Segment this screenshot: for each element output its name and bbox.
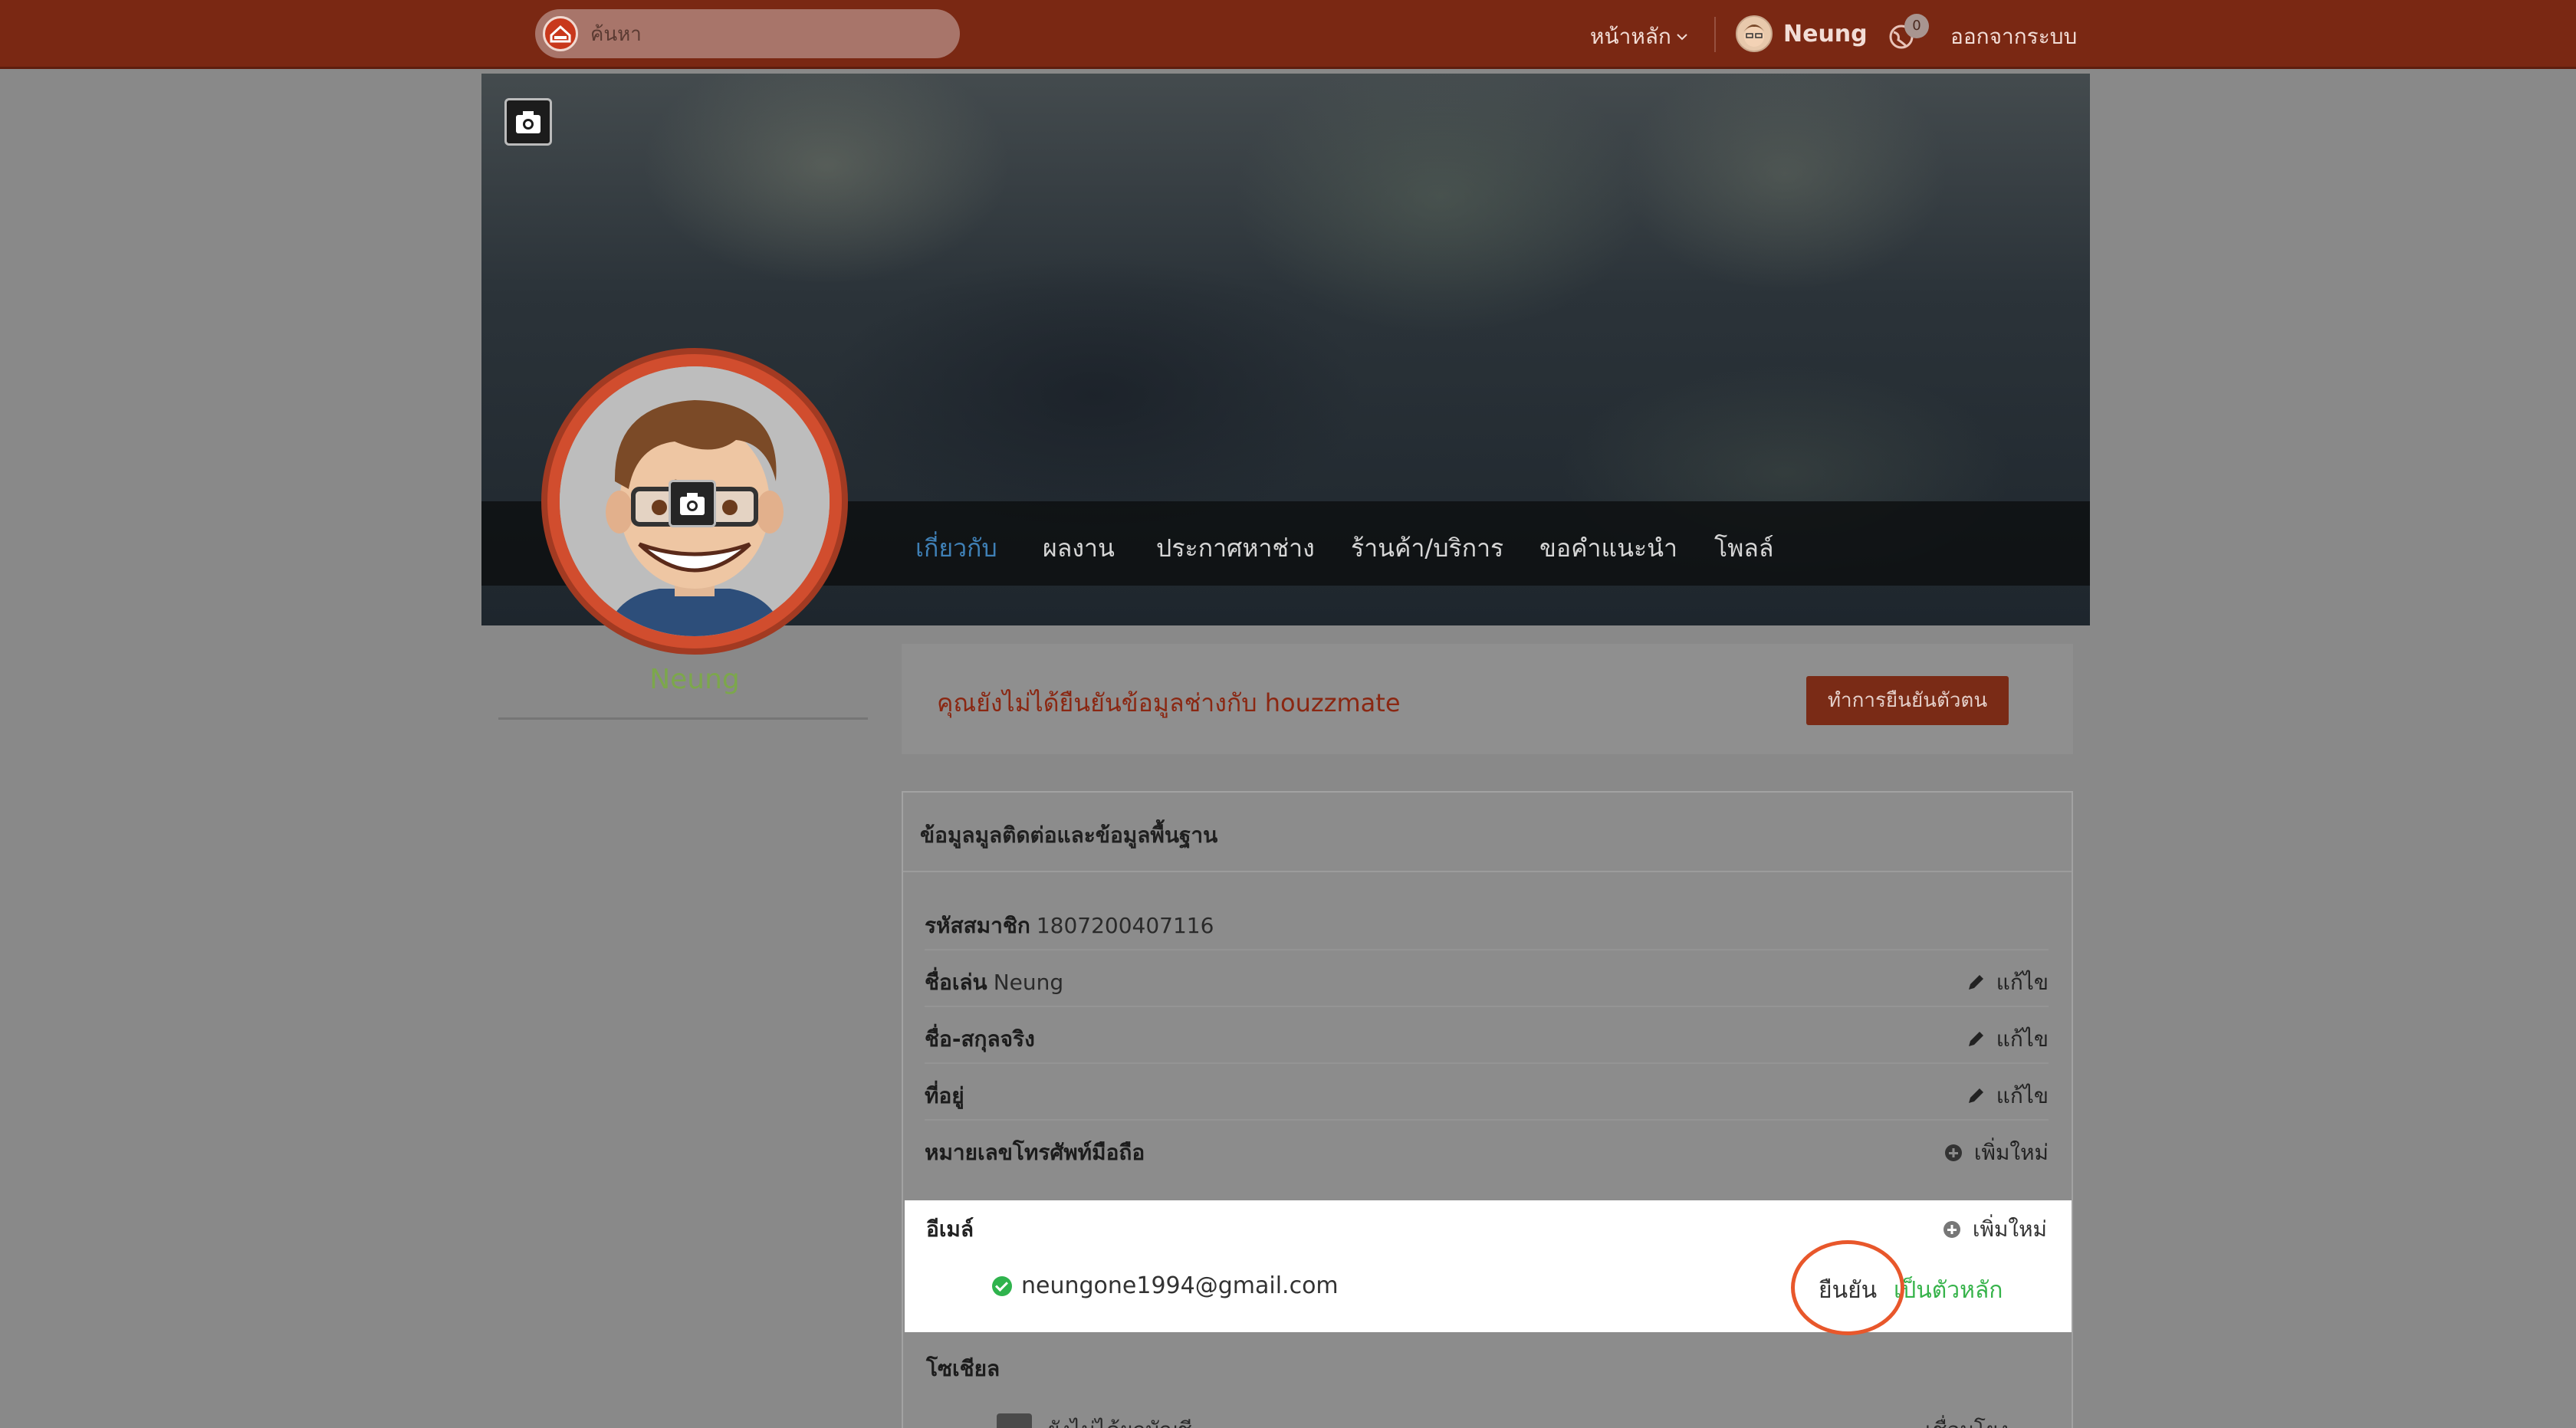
pencil-icon [1968, 975, 1983, 990]
nickname-row: ชื่อเล่น Neung แก้ไข [925, 952, 2049, 1007]
social-label: โซเชียล [926, 1356, 1001, 1381]
tab-poll[interactable]: โพลล์ [1714, 529, 1774, 568]
notification-badge: 0 [1904, 14, 1929, 38]
plus-circle-icon [1944, 1144, 1962, 1161]
change-cover-button[interactable] [504, 98, 552, 146]
notification-button[interactable]: 0 [1888, 14, 1929, 52]
email-section: อีเมล์ เพิ่มใหม่ neungone1994@gmail.com … [905, 1200, 2072, 1335]
panel-header: ข้อมูลมูลติดต่อและข้อมูลพื้นฐาน [903, 793, 2072, 872]
phone-label: หมายเลขโทรศัพท์มือถือ [925, 1140, 1145, 1165]
camera-icon [516, 111, 540, 133]
search-bar[interactable] [535, 9, 960, 58]
pencil-icon [1968, 1032, 1983, 1046]
email-entry: neungone1994@gmail.com [992, 1272, 1339, 1299]
edit-nickname-button[interactable]: แก้ไข [1966, 966, 2049, 1000]
nav-separator [1714, 17, 1716, 52]
verification-message: คุณยังไม่ได้ยืนยันข้อมูลช่างกับ houzzmat… [937, 688, 1401, 717]
edit-fullname-button[interactable]: แก้ไข [1966, 1023, 2049, 1056]
edit-label: แก้ไข [1996, 1083, 2049, 1108]
pencil-icon [1968, 1088, 1983, 1103]
profile-name: Neung [649, 664, 740, 695]
nickname-label: ชื่อเล่น [925, 970, 987, 995]
tab-find-contractor[interactable]: ประกาศหาช่าง [1156, 529, 1315, 568]
home-menu[interactable]: หน้าหลัก [1590, 20, 1688, 54]
edit-label: แก้ไข [1996, 1026, 2049, 1052]
site-logo-icon[interactable] [543, 16, 578, 51]
check-circle-icon [992, 1275, 1012, 1296]
change-avatar-button[interactable] [669, 480, 716, 527]
edit-label: แก้ไข [1996, 970, 2049, 995]
contact-info-panel: ข้อมูลมูลติดต่อและข้อมูลพื้นฐาน รหัสสมาช… [902, 791, 2073, 1428]
email-label: อีเมล์ [926, 1216, 974, 1242]
tab-portfolio[interactable]: ผลงาน [1043, 529, 1115, 568]
add-label: เพิ่มใหม่ [1972, 1216, 2047, 1242]
facebook-icon [997, 1413, 1032, 1428]
tab-ask-advice[interactable]: ขอคำแนะนำ [1539, 529, 1677, 568]
email-address: neungone1994@gmail.com [1021, 1272, 1339, 1299]
profile-divider [498, 717, 868, 720]
fullname-row: ชื่อ-สกุลจริง แก้ไข [925, 1009, 2049, 1064]
search-input[interactable] [589, 17, 945, 52]
verify-identity-button[interactable]: ทำการยืนยันตัวตน [1806, 676, 2009, 725]
add-email-button[interactable]: เพิ่มใหม่ [1942, 1213, 2047, 1246]
annotation-circle [1791, 1240, 1904, 1335]
plus-circle-icon [1943, 1221, 1960, 1238]
social-facebook-row: ยังไม่ได้ผูกบัญชี เชื่อมโยง [997, 1409, 2009, 1428]
chevron-down-icon [1677, 34, 1687, 41]
connect-social-link[interactable]: เชื่อมโยง [1925, 1413, 2009, 1428]
edit-address-button[interactable]: แก้ไข [1966, 1079, 2049, 1113]
camera-icon [680, 493, 705, 515]
panel-title: ข้อมูลมูลติดต่อและข้อมูลพื้นฐาน [920, 822, 1218, 848]
logout-link[interactable]: ออกจากระบบ [1950, 20, 2077, 54]
member-id-value: 1807200407116 [1036, 913, 1214, 938]
add-phone-button[interactable]: เพิ่มใหม่ [1944, 1136, 2049, 1170]
member-id-label: รหัสสมาชิก [925, 913, 1030, 938]
fullname-label: ชื่อ-สกุลจริง [925, 1026, 1035, 1052]
social-status: ยังไม่ได้ผูกบัญชี [1047, 1413, 1192, 1428]
nickname-value: Neung [993, 970, 1064, 995]
add-label: เพิ่มใหม่ [1973, 1140, 2049, 1165]
user-avatar [1736, 15, 1773, 52]
home-label: หน้าหลัก [1590, 24, 1671, 49]
phone-row: หมายเลขโทรศัพท์มือถือ เพิ่มใหม่ [925, 1122, 2049, 1177]
top-navbar: หน้าหลัก Neung 0 ออกจากระบบ [0, 0, 2576, 69]
member-id-row: รหัสสมาชิก 1807200407116 [925, 895, 2049, 950]
user-name: Neung [1783, 20, 1868, 48]
tab-about[interactable]: เกี่ยวกับ [915, 529, 997, 568]
user-menu[interactable]: Neung [1736, 15, 1868, 52]
address-label: ที่อยู่ [925, 1083, 964, 1108]
set-primary-email-link[interactable]: เป็นตัวหลัก [1894, 1272, 2003, 1308]
verification-banner: คุณยังไม่ได้ยืนยันข้อมูลช่างกับ houzzmat… [902, 644, 2073, 754]
address-row: ที่อยู่ แก้ไข [925, 1065, 2049, 1121]
tab-shop-service[interactable]: ร้านค้า/บริการ [1351, 529, 1503, 568]
